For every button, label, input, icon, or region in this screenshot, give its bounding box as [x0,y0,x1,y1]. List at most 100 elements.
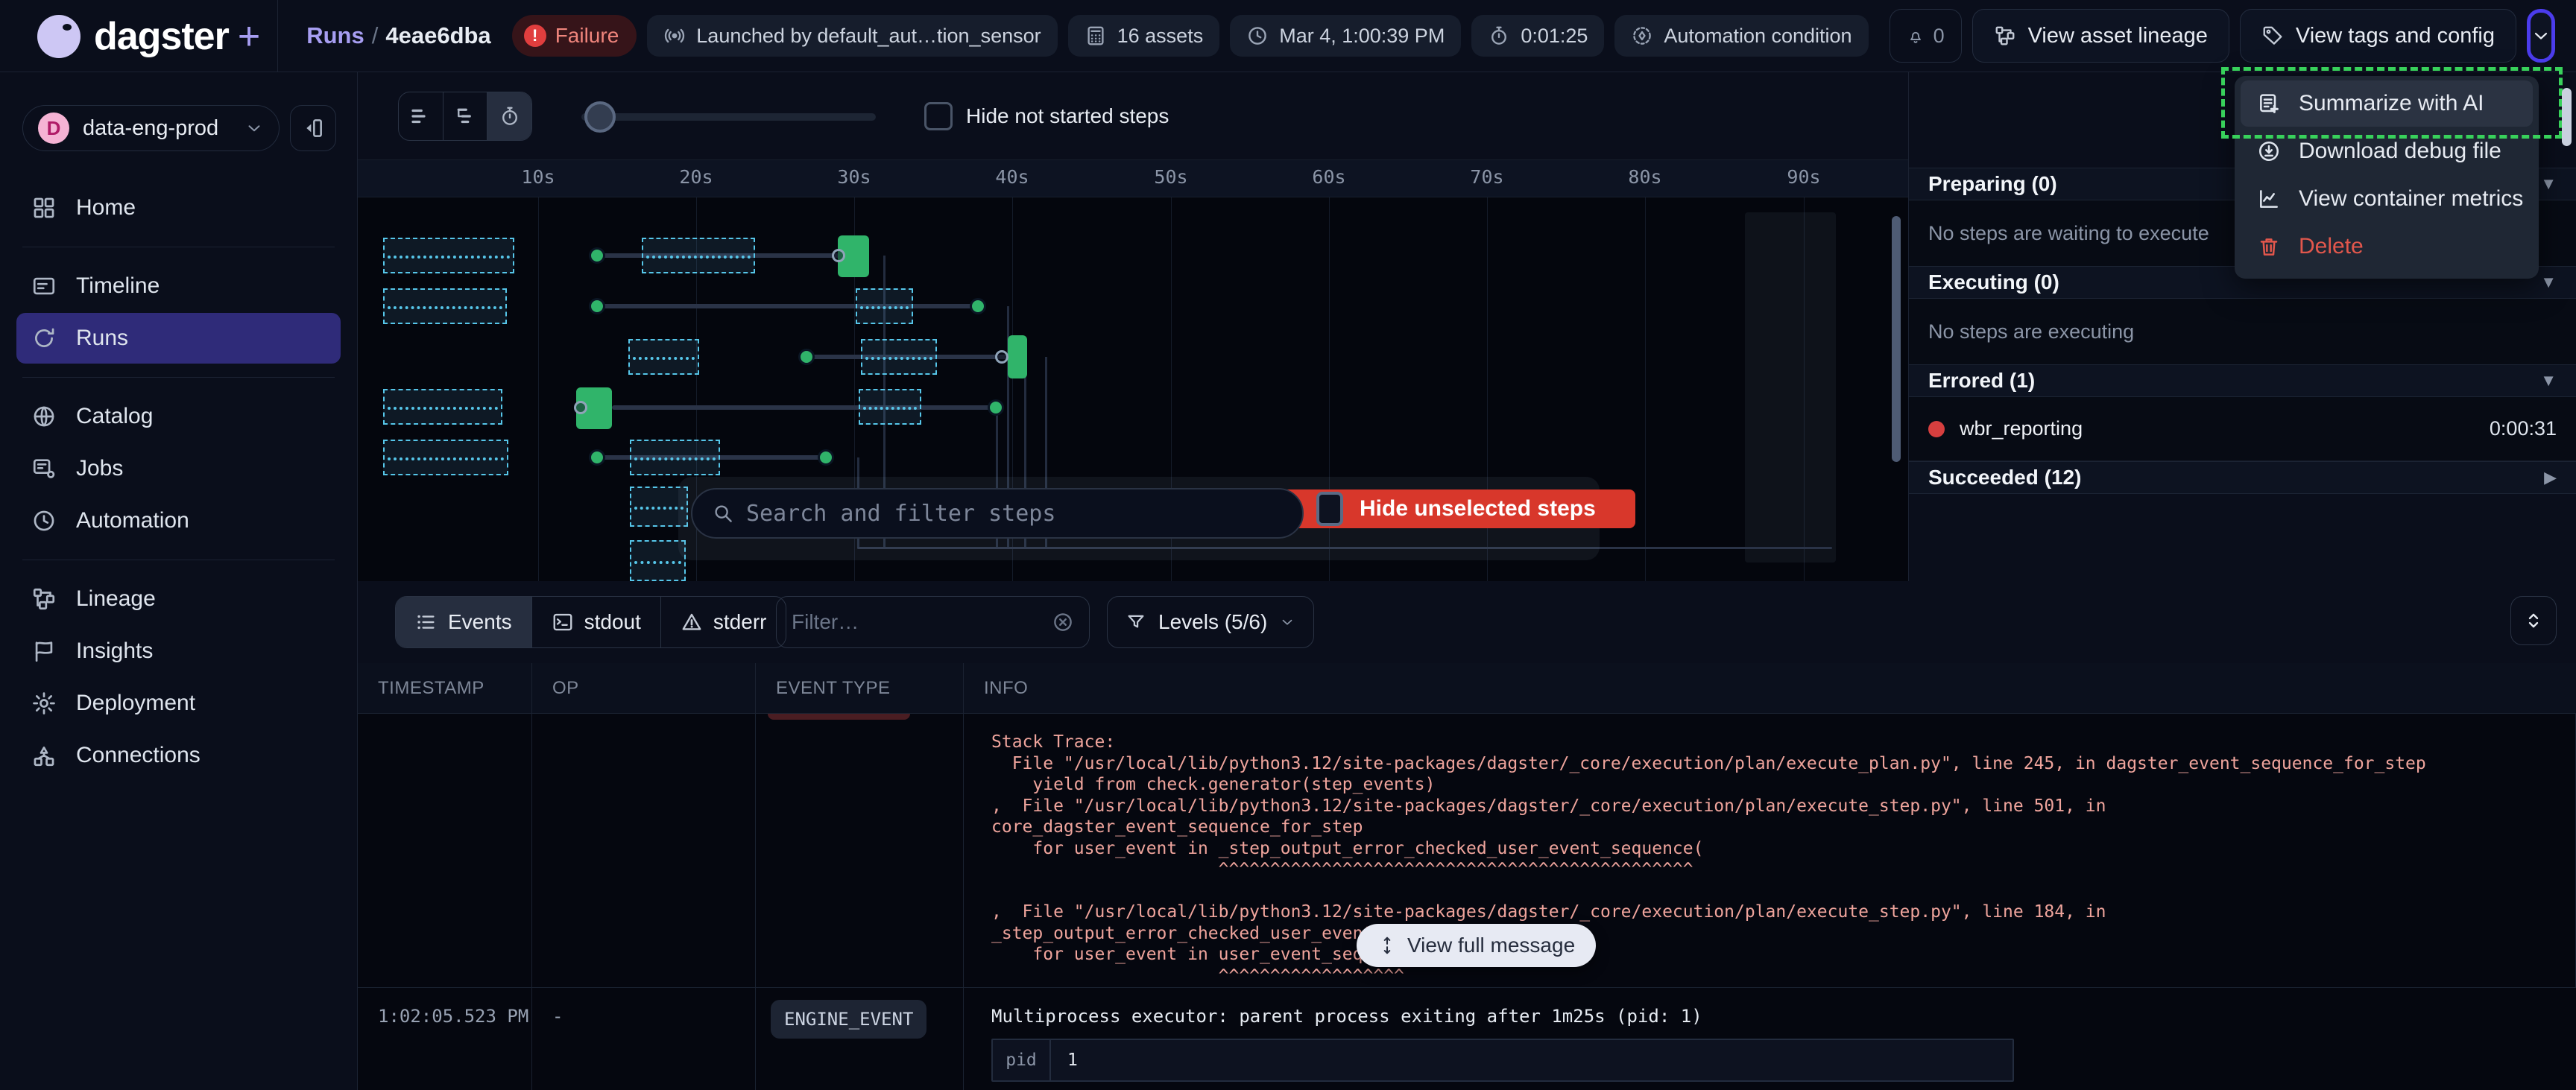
gantt-step-queued-box[interactable] [383,389,502,425]
sidebar-item-home[interactable]: Home [16,183,341,233]
logo-plus: + [238,14,260,59]
gantt-chart[interactable]: Hide unselected steps [358,197,1908,581]
hide-unselected-checkbox[interactable] [1316,492,1343,526]
nodes-icon [31,743,57,768]
stack-trace-text: Stack Trace: File "/usr/local/lib/python… [991,732,2575,986]
gantt-zoom-slider-handle[interactable] [584,101,616,133]
gantt-step-marker-dot[interactable] [988,399,1004,416]
clear-filter-icon[interactable] [1052,611,1074,633]
menu-item-label: Summarize with AI [2299,91,2484,116]
sidebar-item-runs[interactable]: Runs [16,313,341,364]
levels-dropdown-button[interactable]: Levels (5/6) [1107,596,1314,648]
gantt-connector-line [597,304,979,308]
step-name[interactable]: wbr_reporting [1960,417,2475,440]
run-actions-dropdown-button[interactable] [2527,9,2555,63]
gantt-step-queued-box[interactable] [628,339,699,375]
sidebar-item-lineage[interactable]: Lineage [16,574,341,624]
log-tab-stdout[interactable]: stdout [532,597,661,647]
view-mode-waterfall-button[interactable] [443,92,488,140]
menu-item-download-debug-file[interactable]: Download debug file [2241,128,2533,174]
step-section-header[interactable]: Succeeded (12)▶ [1909,461,2576,494]
gantt-step-marker-dot[interactable] [589,298,605,314]
warning-icon [681,611,703,633]
gantt-step-queued-box[interactable] [383,238,514,273]
sidebar-collapse-button[interactable] [290,105,336,151]
gantt-step-queued-box[interactable] [642,238,755,273]
chart-icon [2257,187,2281,211]
globe-icon [31,404,57,429]
gantt-step-queued-box[interactable] [859,389,921,425]
gantt-step-queued-box[interactable] [630,440,720,475]
view-tags-config-button[interactable]: View tags and config [2240,9,2516,63]
radio-icon [663,25,686,47]
stopwatch-icon [1488,25,1510,47]
view-mode-timed-button[interactable] [487,92,531,140]
triangle-down-icon[interactable]: ▼ [2540,273,2557,292]
step-row[interactable]: wbr_reporting0:00:31 [1909,397,2576,461]
gantt-step-marker-dot[interactable] [589,247,605,264]
notifications-button[interactable]: 0 [1890,9,1962,63]
log-cell-timestamp: 1:02:05.523 PM [358,988,532,1090]
gantt-step-queued-box[interactable] [383,288,507,324]
expand-log-panel-button[interactable] [2510,596,2557,645]
axis-tick-label: 30s [837,166,871,188]
deployment-switcher[interactable]: D data-eng-prod [22,105,280,151]
hide-not-started-checkbox[interactable]: Hide not started steps [924,102,1169,130]
step-search-input[interactable] [746,501,1283,527]
gantt-step-marker-dot[interactable] [589,449,605,466]
menu-item-summarize-with-ai[interactable]: Summarize with AI [2241,80,2533,127]
gantt-time-axis: 10s20s30s40s50s60s70s80s90s [358,160,1908,197]
gantt-step-marker-dot[interactable] [970,298,986,314]
lineage-icon [1994,25,2016,47]
view-mode-flat-button[interactable] [399,92,443,140]
log-table-row[interactable]: 1:02:05.523 PM-ENGINE_EVENTMultiprocess … [358,988,2576,1090]
chevron-down-icon [2531,25,2551,46]
log-table-row[interactable]: Stack Trace: File "/usr/local/lib/python… [358,714,2576,988]
gantt-step-marker-dot[interactable] [798,349,815,365]
gantt-step-queued-box[interactable] [856,288,913,324]
sidebar-item-jobs[interactable]: Jobs [16,443,341,494]
menu-item-view-container-metrics[interactable]: View container metrics [2241,176,2533,222]
view-full-message-button[interactable]: View full message [1357,924,1596,967]
log-column-header: EVENT TYPE [756,663,964,713]
sidebar-item-catalog[interactable]: Catalog [16,391,341,442]
logo[interactable]: dagster + [0,0,278,72]
gantt-gridline [1645,197,1646,581]
sidebar-item-deployment[interactable]: Deployment [16,678,341,729]
axis-tick-label: 40s [995,166,1029,188]
triangle-right-icon[interactable]: ▶ [2544,468,2557,487]
log-cell-event-type [756,714,964,987]
gantt-step-queued-box[interactable] [861,339,937,375]
step-section-header[interactable]: Errored (1)▼ [1909,364,2576,397]
sidebar-item-label: Runs [76,326,128,351]
log-tab-stderr[interactable]: stderr [661,597,786,647]
breadcrumb-separator: / [364,22,386,48]
log-tab-events[interactable]: Events [396,597,532,647]
log-tab-label: stdout [584,610,641,634]
gantt-panel: Hide not started steps 10s20s30s40s50s60… [358,72,1908,581]
gantt-step-marker-dot[interactable] [818,449,834,466]
triangle-down-icon[interactable]: ▼ [2540,371,2557,390]
gantt-scrollbar-thumb[interactable] [1892,216,1901,462]
sidebar-item-timeline[interactable]: Timeline [16,261,341,311]
gantt-step-queued-box[interactable] [383,440,508,475]
sidebar-item-automation[interactable]: Automation [16,495,341,546]
menu-item-delete[interactable]: Delete [2241,224,2533,270]
gantt-zoom-slider[interactable] [581,113,876,121]
sidebar-item-connections[interactable]: Connections [16,730,341,781]
deployment-avatar: D [38,113,69,144]
gantt-step-success-bar[interactable] [1008,335,1027,378]
sidebar-item-label: Lineage [76,586,156,612]
page-scrollbar-thumb[interactable] [2562,88,2572,146]
triangle-down-icon[interactable]: ▼ [2540,174,2557,194]
view-asset-lineage-button[interactable]: View asset lineage [1972,9,2229,63]
log-cell-timestamp [358,714,532,987]
sidebar-item-insights[interactable]: Insights [16,626,341,677]
metadata-key: pid [993,1040,1051,1080]
chip-label: Launched by default_aut…tion_sensor [696,25,1041,48]
log-filter-input[interactable] [792,610,1043,634]
gantt-step-queued-box[interactable] [630,540,686,581]
breadcrumb-runs-link[interactable]: Runs [306,22,364,48]
expand-collapse-icon [2522,609,2545,632]
breadcrumb-run-id: 4eae6dba [385,22,490,48]
